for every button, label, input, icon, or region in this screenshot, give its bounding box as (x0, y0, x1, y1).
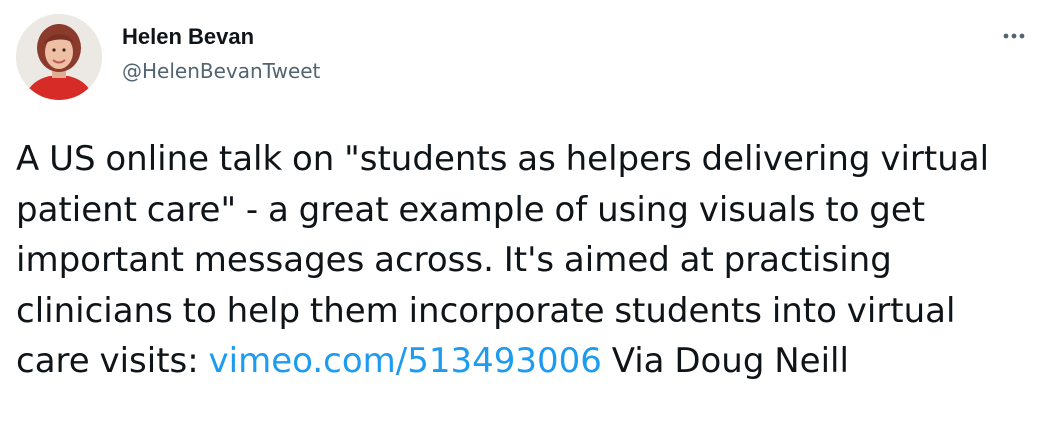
tweet-link[interactable]: vimeo.com/513493006 (209, 341, 602, 381)
tweet-card: Helen Bevan @HelenBevanTweet A US online… (0, 0, 1049, 435)
profile-photo-icon (16, 14, 102, 100)
author-block: Helen Bevan @HelenBevanTweet (122, 22, 320, 86)
more-options-button[interactable] (997, 26, 1031, 46)
tweet-text-after-link: Via Doug Neill (601, 341, 849, 381)
tweet-text: A US online talk on "students as helpers… (16, 134, 1036, 387)
author-display-name[interactable]: Helen Bevan (122, 22, 320, 52)
more-options-icon (1003, 33, 1025, 39)
avatar[interactable] (16, 14, 102, 100)
author-handle[interactable]: @HelenBevanTweet (122, 56, 320, 86)
